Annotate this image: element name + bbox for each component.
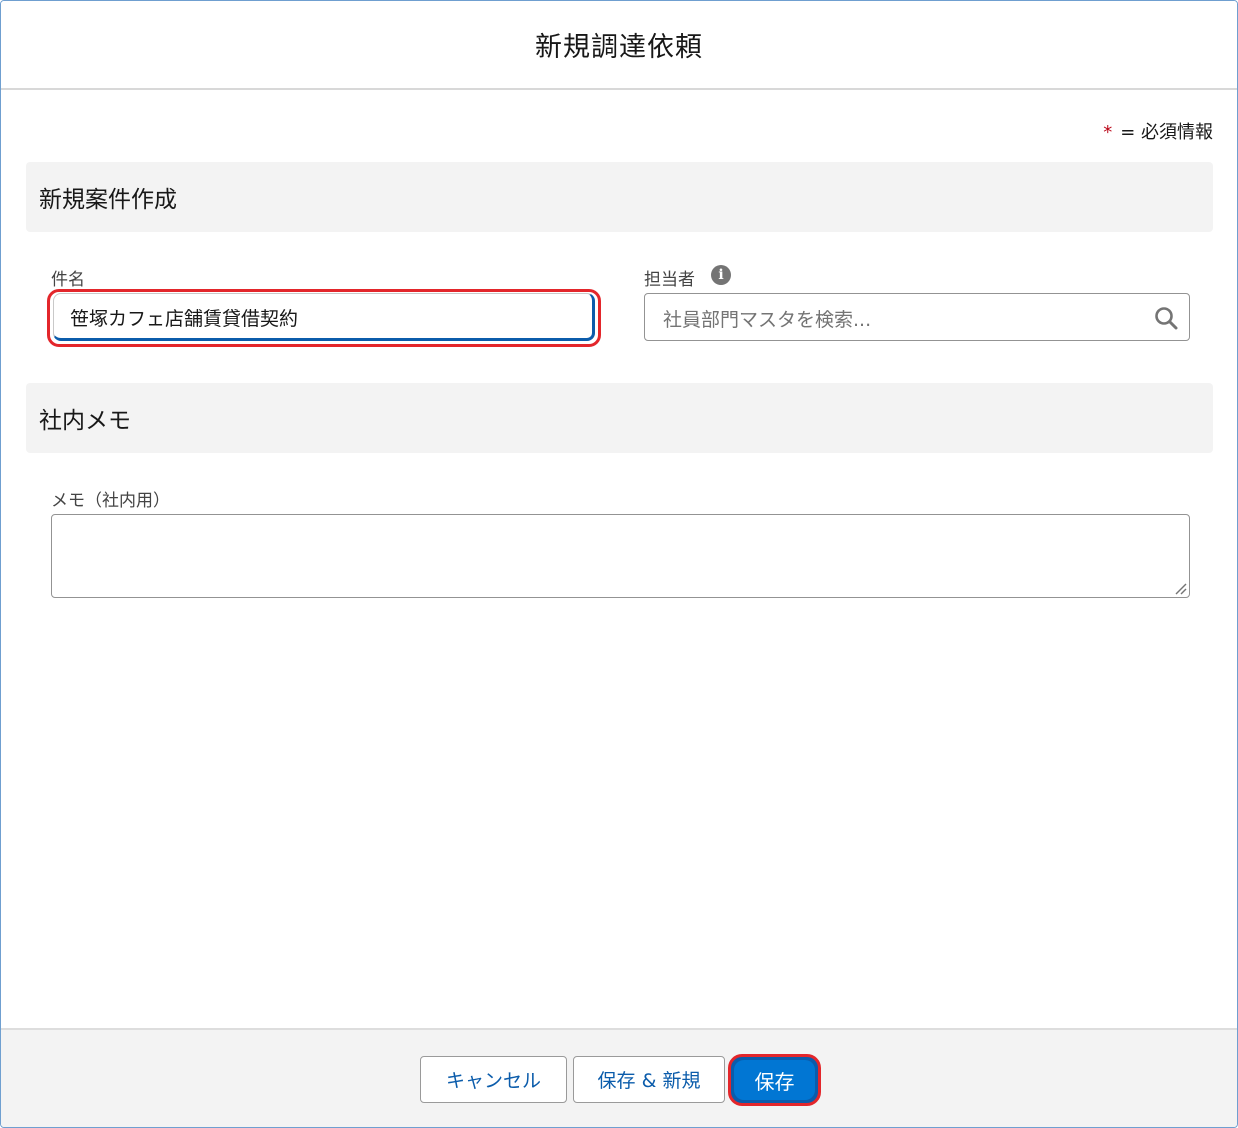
- modal-header: 新規調達依頼: [1, 1, 1237, 90]
- section-title-internal-memo: 社内メモ: [39, 408, 131, 434]
- assignee-label: 担当者: [644, 270, 695, 290]
- save-button-highlight: 保存: [728, 1054, 821, 1106]
- required-info-text: = 必須情報: [1120, 122, 1213, 143]
- search-icon[interactable]: [1153, 305, 1179, 331]
- modal-title: 新規調達依頼: [535, 32, 703, 63]
- modal-dialog: 新規調達依頼 * = 必須情報 新規案件作成 件名 笹塚カフェ店舗賃貸借契約 担当…: [0, 0, 1238, 1128]
- section-header-internal-memo: 社内メモ: [26, 383, 1213, 453]
- save-button[interactable]: 保存: [734, 1060, 815, 1100]
- subject-label: 件名: [51, 270, 85, 290]
- subject-input-value[interactable]: 笹塚カフェ店舗賃貸借契約: [70, 304, 298, 331]
- cancel-button[interactable]: キャンセル: [420, 1056, 567, 1103]
- section-title-new-case: 新規案件作成: [39, 187, 177, 213]
- resize-handle-icon[interactable]: [1173, 581, 1187, 595]
- info-icon[interactable]: i: [711, 265, 731, 285]
- section-header-new-case: 新規案件作成: [26, 162, 1213, 232]
- subject-input[interactable]: 笹塚カフェ店舗賃貸借契約: [47, 289, 601, 347]
- required-info-note: * = 必須情報: [1103, 118, 1213, 144]
- save-and-new-button[interactable]: 保存 & 新規: [573, 1056, 725, 1103]
- required-asterisk: *: [1103, 122, 1113, 143]
- memo-textarea[interactable]: [51, 514, 1190, 598]
- memo-label: メモ（社内用）: [51, 491, 170, 511]
- assignee-lookup-placeholder: 社員部門マスタを検索...: [663, 309, 872, 331]
- assignee-lookup-input[interactable]: 社員部門マスタを検索...: [644, 293, 1190, 341]
